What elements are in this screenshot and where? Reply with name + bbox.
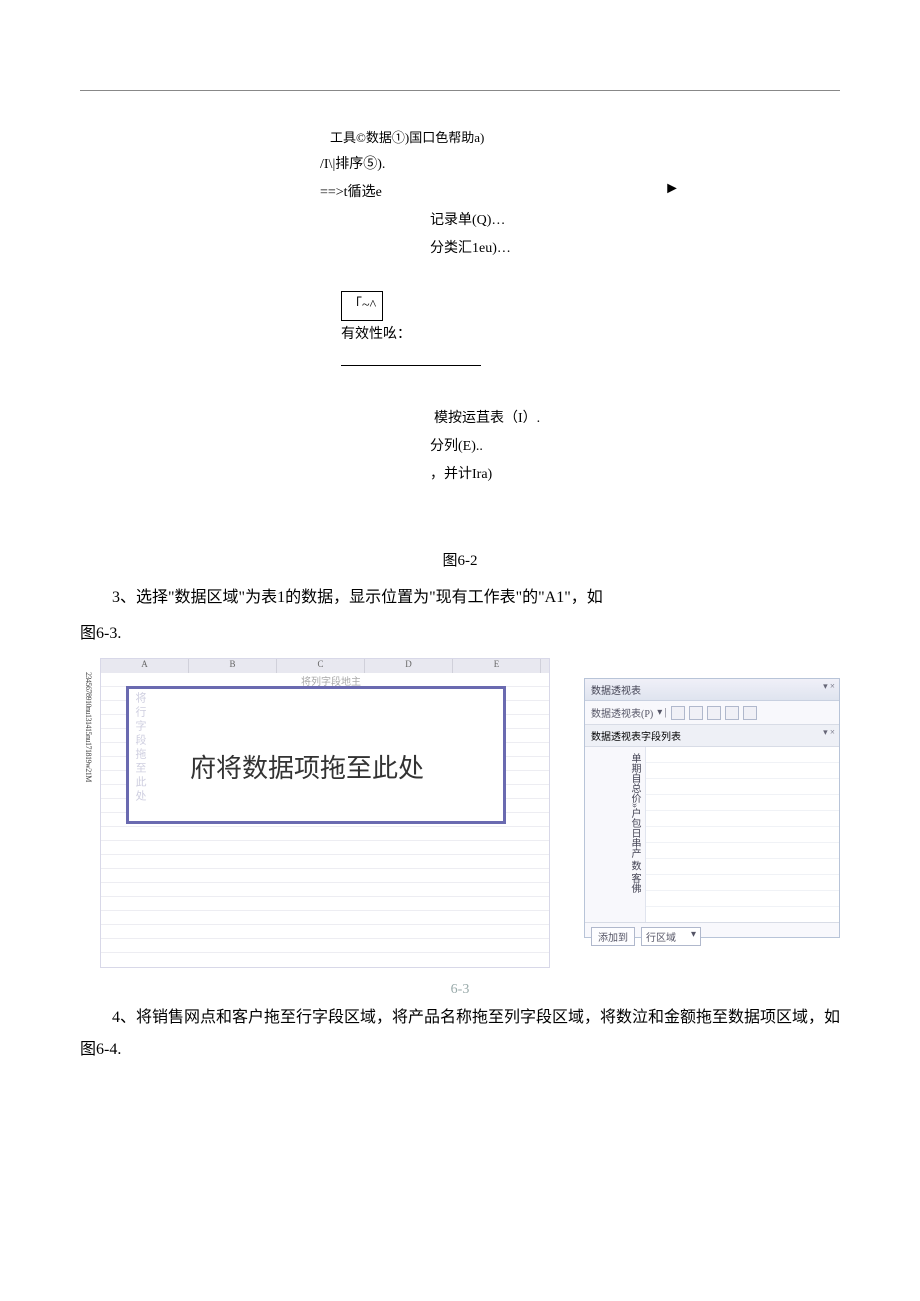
area-select[interactable]: 行区域 ▾ <box>641 927 701 946</box>
col-a: A <box>101 659 189 673</box>
menu-title-row: 工具©数据①)国口色帮助a) <box>330 125 700 151</box>
menu-texttocol: 分列(E).. <box>430 433 700 461</box>
submenu-arrow-icon: ► <box>664 173 680 205</box>
menu-validity-row: 「~^ 有效性吆： <box>320 263 700 405</box>
panel-title-1: 数据透视表 ▾ × <box>585 679 839 701</box>
toolbar-icon[interactable] <box>689 706 703 720</box>
panel-footer: 添加到 行区域 ▾ <box>585 922 839 950</box>
col-e: E <box>453 659 541 673</box>
row-numbers: 2345678910nu131415nu171819w21M <box>84 672 92 782</box>
field-grid <box>645 747 839 922</box>
menu-subtotal: 分类汇1eu)… <box>430 235 700 263</box>
validity-underline <box>341 365 481 366</box>
menu-simtable: 模按运苴表（I）. <box>434 405 700 433</box>
panel-close-icon[interactable]: ▾ × <box>823 681 835 692</box>
figure-6-2-caption: 图6-2 <box>80 549 840 570</box>
col-d: D <box>365 659 453 673</box>
menu-filter: ==>t循选e <box>320 179 700 207</box>
row-field-hint: 将行字段拖至此处 <box>130 692 148 817</box>
add-to-button[interactable]: 添加到 <box>591 927 635 946</box>
pivot-field-list-panel: 数据透视表 ▾ × 数据透视表(P) ▾ | 数据透视表字段列表 ▾ × 单期自… <box>584 678 840 938</box>
menu-record: 记录单(Q)… <box>430 207 700 235</box>
paragraph-3a: 3、选择"数据区域"为表1的数据，显示位置为"现有工作表"的"A1"，如 <box>80 582 840 614</box>
figure-6-3-caption: 6-3 <box>80 982 840 998</box>
menu-calc: ，并计Ira) <box>430 461 700 489</box>
data-menu-illustration: 工具©数据①)国口色帮助a) /I\|排序⑤). ==>t循选e ► 记录单(Q… <box>320 125 700 489</box>
toolbar-icon[interactable] <box>707 706 721 720</box>
column-headers: A B C D E <box>101 659 549 673</box>
paragraph-3b: 图6-3. <box>80 618 840 650</box>
toolbar-icon[interactable] <box>743 706 757 720</box>
menu-validity: 有效性吆： <box>341 327 411 342</box>
panel-toolbar-label: 数据透视表(P) <box>591 705 653 720</box>
figure-6-3: A B C D E 将列字段地主 2345678910nu131415nu171… <box>80 658 840 978</box>
toolbar-icon[interactable] <box>671 706 685 720</box>
boxed-symbol: 「~^ <box>341 291 383 321</box>
panel-title-3: 数据透视表字段列表 ▾ × <box>585 725 839 747</box>
data-item-hint: 府将数据项拖至此处 <box>190 748 424 785</box>
panel-sub-close-icon[interactable]: ▾ × <box>823 727 835 738</box>
col-c: C <box>277 659 365 673</box>
col-b: B <box>189 659 277 673</box>
chevron-down-icon: ▾ <box>691 929 696 944</box>
field-names: 单期自总价»户包日串产 数 客佛 <box>585 747 645 922</box>
toolbar-icon[interactable] <box>725 706 739 720</box>
menu-sort: /I\|排序⑤). <box>320 151 700 179</box>
paragraph-4: 4、将销售网点和客户拖至行字段区域，将产品名称拖至列字段区域，将数泣和金额拖至数… <box>80 1002 840 1066</box>
panel-toolbar: 数据透视表(P) ▾ | <box>585 701 839 725</box>
